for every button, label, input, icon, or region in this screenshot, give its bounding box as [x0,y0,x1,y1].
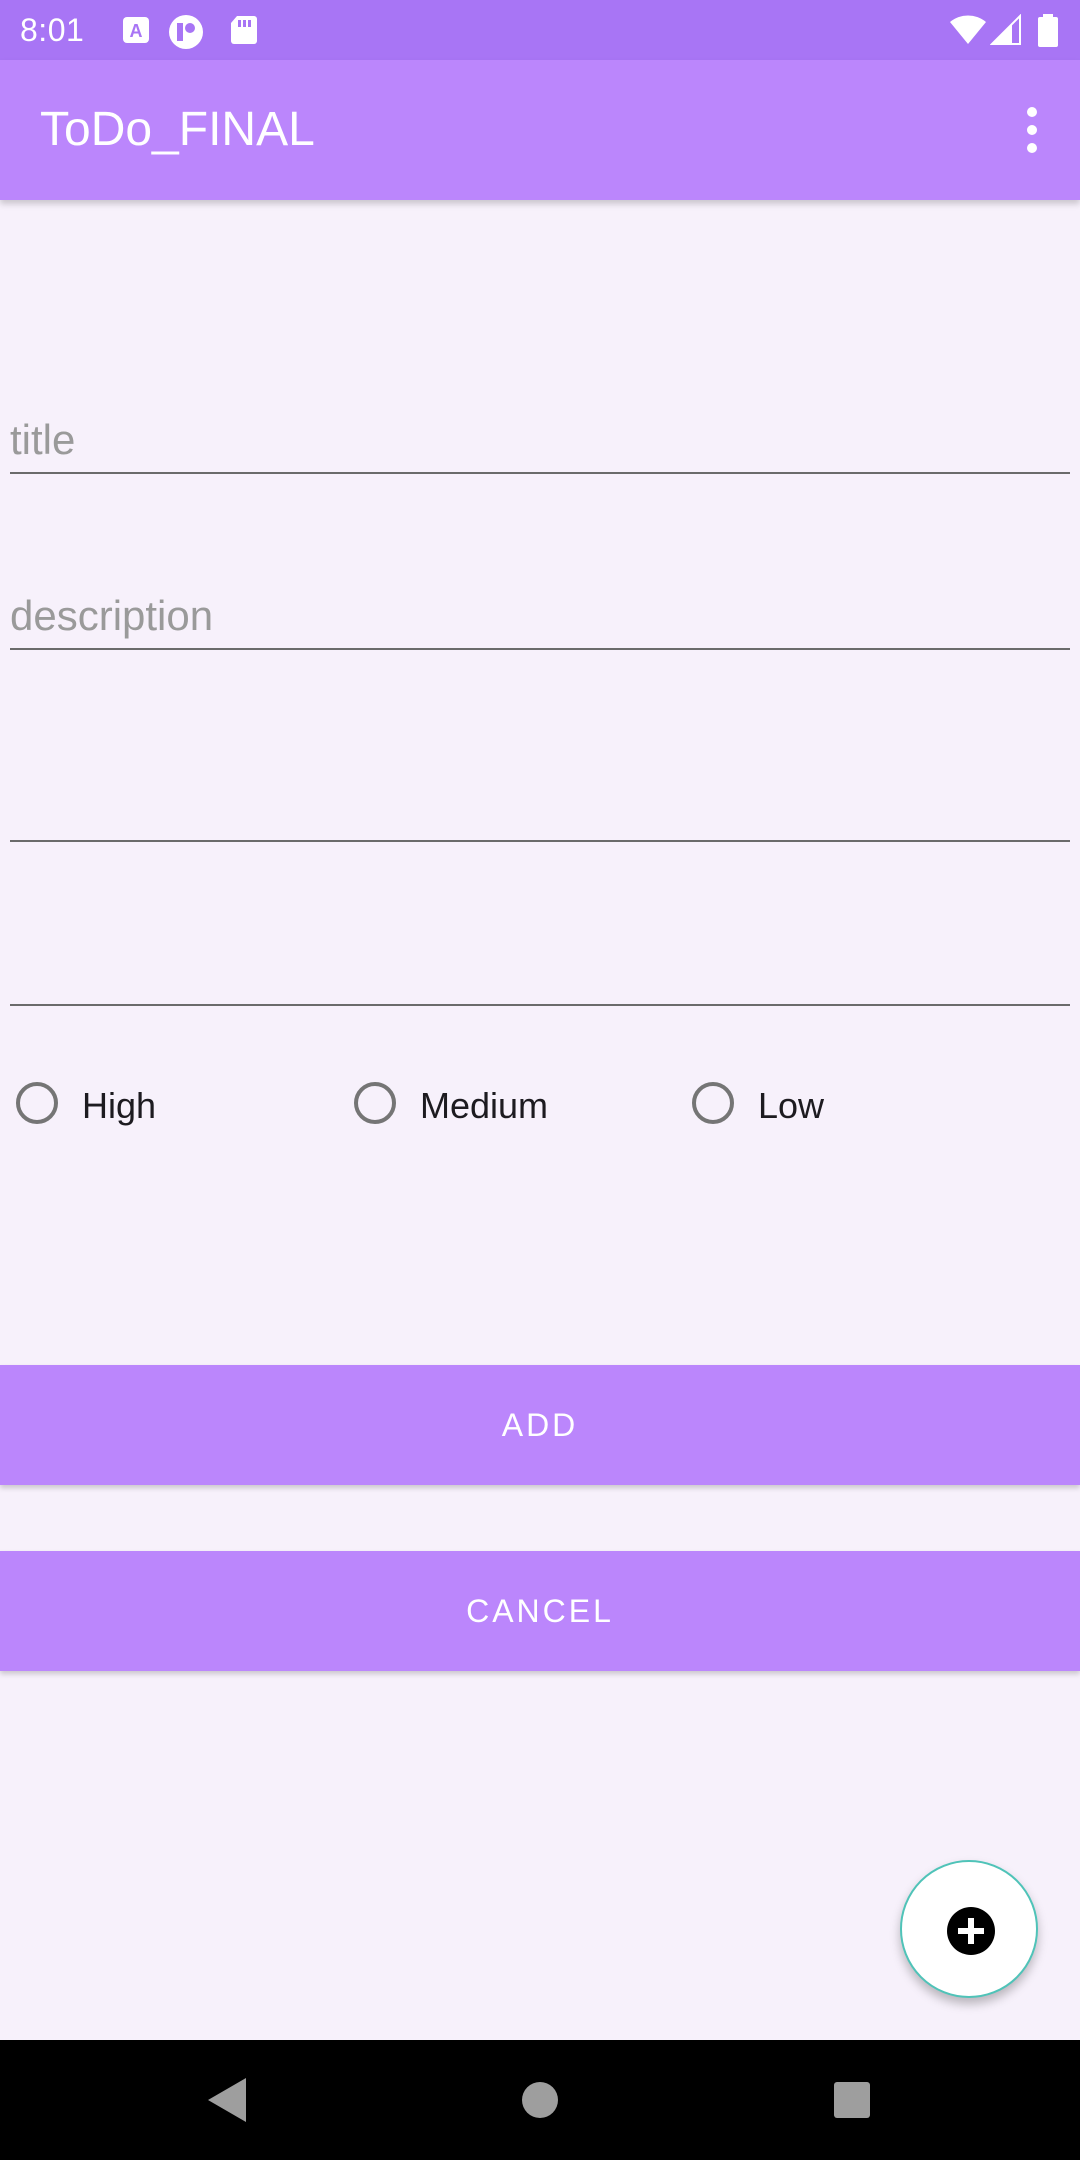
radio-circle-icon [16,1082,58,1124]
cancel-button[interactable]: CANCEL [0,1551,1080,1671]
more-vert-icon[interactable] [1014,100,1050,160]
radio-circle-icon [692,1082,734,1124]
navigation-bar [0,2040,1080,2160]
autofill-a-icon: A [120,14,152,46]
extra-input-2[interactable] [10,948,1070,996]
app-bar: ToDo_FINAL [0,60,1080,200]
description-input[interactable] [10,592,1070,640]
screen: 8:01 A ToDo_FINAL title description High… [0,0,1080,2160]
radio-circle-icon [354,1082,396,1124]
podcast-icon [168,14,203,49]
battery-icon [1036,14,1060,47]
app-title: ToDo_FINAL [40,103,315,156]
priority-label-high: High [82,1085,157,1126]
status-time: 8:01 [20,12,85,48]
svg-text:A: A [130,21,143,41]
signal-icon [989,13,1022,46]
sd-card-icon [228,14,260,46]
status-bar: 8:01 A [0,0,1080,60]
priority-label-low: Low [758,1085,825,1126]
extra-field-2[interactable] [10,924,1070,1006]
recents-icon[interactable] [822,2070,882,2130]
home-icon[interactable] [510,2070,570,2130]
description-field[interactable] [10,576,1070,650]
title-field[interactable] [10,400,1070,474]
priority-radio-medium[interactable]: Medium [354,1078,674,1134]
priority-radio-low[interactable]: Low [692,1078,992,1134]
back-icon[interactable] [196,2070,256,2130]
extra-field-1[interactable] [10,760,1070,842]
title-input[interactable] [10,416,1070,464]
priority-radio-high[interactable]: High [16,1078,316,1134]
wifi-icon [948,14,988,46]
add-button[interactable]: ADD [0,1365,1080,1485]
extra-input-1[interactable] [10,784,1070,832]
priority-label-medium: Medium [420,1085,549,1126]
add-circle-icon [946,1906,996,1956]
add-fab-button[interactable] [900,1860,1038,1998]
